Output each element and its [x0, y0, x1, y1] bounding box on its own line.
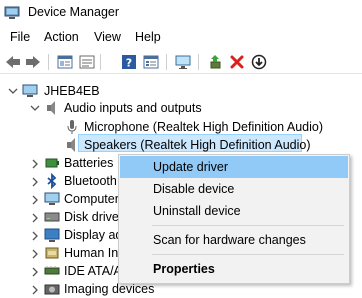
update-driver-icon[interactable]: [206, 53, 224, 71]
collapsed-chevron-icon[interactable]: [30, 231, 40, 241]
toolbar: ?: [0, 50, 362, 74]
menu-item-uninstall-device[interactable]: Uninstall device: [120, 200, 348, 222]
toolbar-separator: [166, 54, 167, 70]
menu-file[interactable]: File: [10, 30, 30, 44]
menu-item-disable-device[interactable]: Disable device: [120, 178, 348, 200]
menu-separator: [152, 225, 344, 226]
collapsed-chevron-icon[interactable]: [30, 249, 40, 259]
menu-item-properties[interactable]: Properties: [120, 258, 348, 280]
collapsed-chevron-icon[interactable]: [30, 285, 40, 295]
bluetooth-icon: [47, 173, 57, 189]
speaker-icon: [47, 101, 55, 115]
collapsed-chevron-icon[interactable]: [30, 159, 40, 169]
forward-icon[interactable]: [24, 53, 42, 71]
menu-separator: [152, 254, 344, 255]
tree-item-ide-ata[interactable]: IDE ATA/A: [64, 261, 122, 281]
toolbar-separator: [198, 54, 199, 70]
disable-icon[interactable]: [250, 53, 268, 71]
display-adapter-icon: [44, 228, 60, 242]
menu-bar: File Action View Help: [0, 28, 362, 48]
svg-text:?: ?: [126, 57, 132, 70]
disk-drive-icon: [44, 212, 60, 222]
menu-action[interactable]: Action: [44, 30, 79, 44]
microphone-icon: [67, 120, 77, 134]
back-icon[interactable]: [4, 53, 22, 71]
menu-help[interactable]: Help: [135, 30, 161, 44]
title-bar: Device Manager: [0, 0, 362, 26]
collapsed-chevron-icon[interactable]: [30, 213, 40, 223]
tree-item-display-adapters[interactable]: Display ad: [64, 225, 122, 245]
expanded-chevron-icon[interactable]: [30, 103, 40, 113]
show-hidden-icon[interactable]: [78, 53, 96, 71]
device-manager-icon: [4, 6, 20, 19]
tree-item-batteries[interactable]: Batteries: [64, 153, 113, 173]
tree-item-disk-drives[interactable]: Disk drives: [64, 207, 125, 227]
menu-item-scan-hardware[interactable]: Scan for hardware changes: [120, 229, 348, 251]
menu-view[interactable]: View: [94, 30, 121, 44]
toolbar-separator: [100, 54, 101, 70]
window-title: Device Manager: [28, 5, 120, 19]
collapsed-chevron-icon[interactable]: [30, 195, 40, 205]
tree-item-bluetooth[interactable]: Bluetooth: [64, 171, 117, 191]
tree-item-computer[interactable]: Computer: [64, 189, 119, 209]
collapsed-chevron-icon[interactable]: [30, 177, 40, 187]
computer-icon: [22, 84, 38, 97]
uninstall-icon[interactable]: [228, 53, 246, 71]
battery-icon: [45, 158, 59, 168]
expanded-chevron-icon[interactable]: [8, 86, 18, 96]
tree-item-speakers[interactable]: Speakers (Realtek High Definition Audio): [84, 135, 311, 155]
monitor-scan-icon[interactable]: [174, 53, 192, 71]
ide-controller-icon: [44, 266, 60, 275]
properties-icon[interactable]: [56, 53, 74, 71]
context-menu: Update driver Disable device Uninstall d…: [118, 154, 350, 284]
properties-list-icon[interactable]: [142, 53, 160, 71]
collapsed-chevron-icon[interactable]: [30, 267, 40, 277]
tree-item-audio[interactable]: Audio inputs and outputs: [64, 98, 202, 118]
help-icon[interactable]: ?: [120, 53, 138, 71]
computer-icon: [44, 192, 60, 205]
toolbar-separator: [48, 54, 49, 70]
hid-icon: [45, 247, 59, 259]
menu-item-update-driver[interactable]: Update driver: [120, 156, 348, 178]
camera-icon: [44, 284, 60, 295]
speaker-icon: [67, 138, 75, 152]
